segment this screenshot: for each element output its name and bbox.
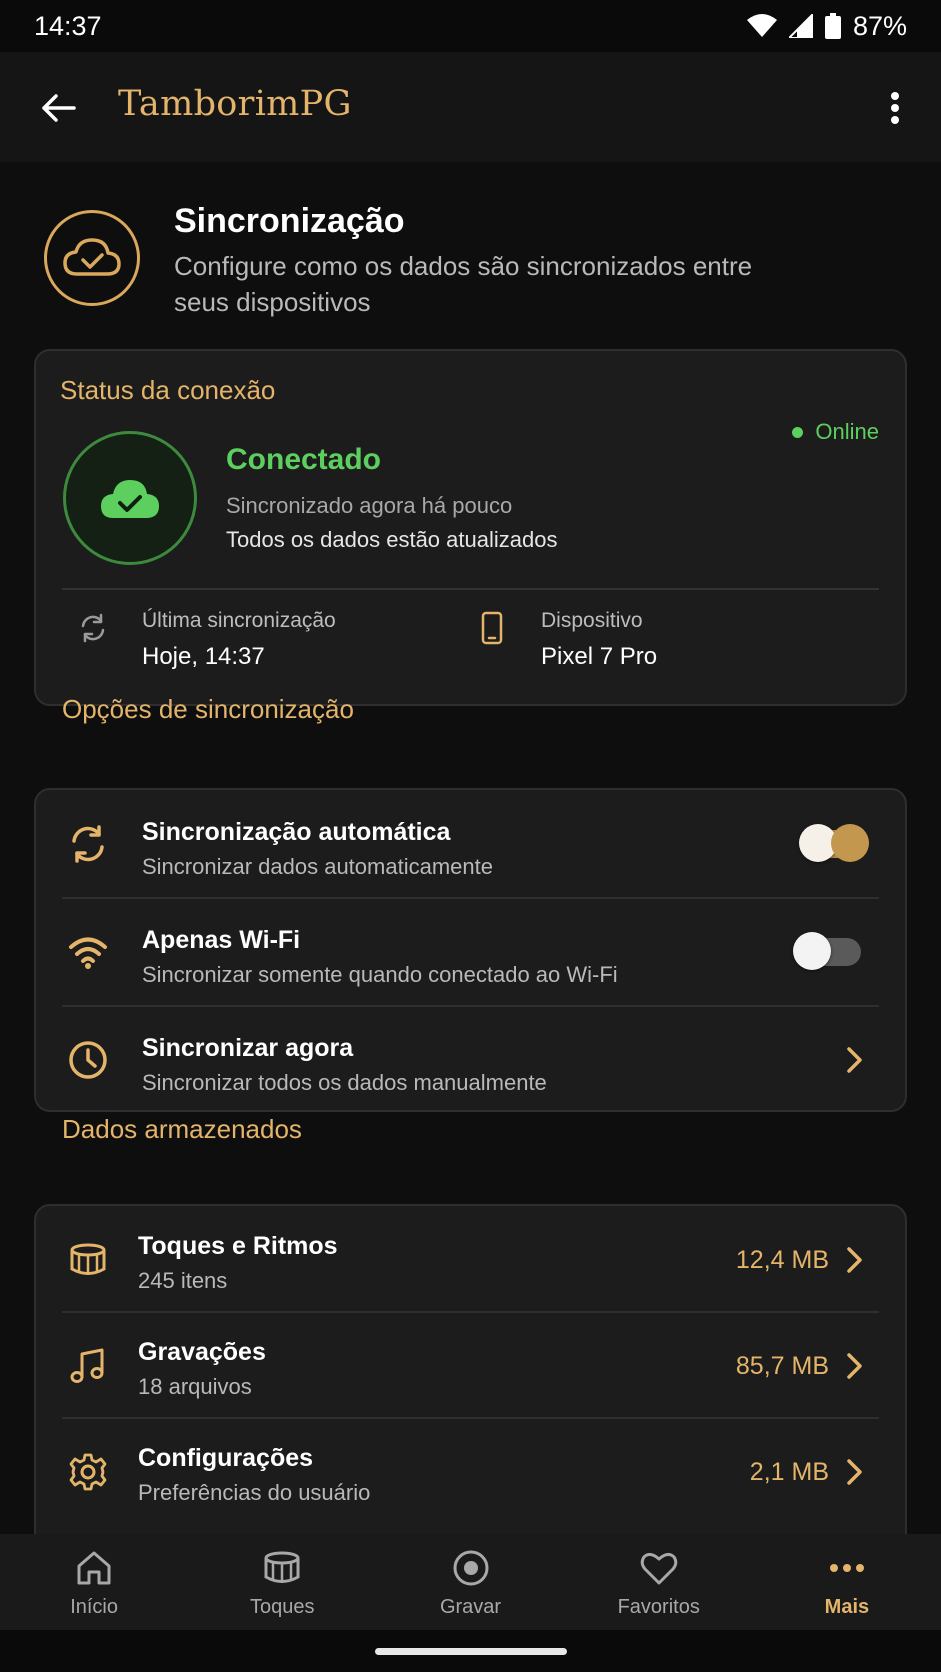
nav-item-mais[interactable]: Mais: [753, 1534, 941, 1630]
record-icon: [453, 1550, 488, 1586]
page-subtitle: Configure como os dados são sincronizado…: [174, 251, 753, 317]
stored-item-size: 2,1 MB: [749, 1458, 829, 1486]
wifi-icon: [746, 14, 777, 37]
wifi-only-toggle[interactable]: [793, 932, 863, 970]
device-label: Dispositivo: [541, 609, 643, 632]
device-value: Pixel 7 Pro: [541, 643, 658, 670]
chevron-right-icon: [847, 1459, 862, 1485]
nav-label: Mais: [824, 1596, 870, 1618]
nav-item-gravar[interactable]: Gravar: [376, 1534, 564, 1630]
stored-item-gravacoes[interactable]: Gravações 18 arquivos 85,7 MB: [36, 1312, 905, 1418]
chevron-right-icon: [847, 1047, 862, 1073]
online-dot-icon: [792, 426, 804, 438]
auto-sync-subtitle: Sincronizar dados automaticamente: [142, 854, 493, 879]
wifi-only-subtitle: Sincronizar somente quando conectado ao …: [142, 962, 618, 987]
stored-item-subtitle: 18 arquivos: [138, 1374, 252, 1399]
toggle-thumb-on: [831, 824, 869, 862]
auto-sync-toggle[interactable]: [799, 824, 869, 862]
overflow-menu-icon[interactable]: [883, 88, 907, 128]
home-icon: [77, 1551, 111, 1585]
stored-item-title: Configurações: [138, 1444, 314, 1472]
last-sync-value: Hoje, 14:37: [142, 643, 265, 670]
connection-detail: Sincronizado agora há pouco: [226, 493, 513, 518]
sync-now-row[interactable]: Sincronizar agora Sincronizar todos os d…: [36, 1006, 905, 1114]
divider: [62, 588, 879, 590]
stored-item-configuracoes[interactable]: Configurações Preferências do usuário 2,…: [36, 1418, 905, 1524]
connected-cloud-icon: [63, 431, 197, 565]
stored-item-subtitle: 245 itens: [138, 1268, 228, 1293]
page-title: Sincronização: [174, 202, 405, 240]
online-indicator: Online: [792, 419, 879, 445]
home-gesture-pill[interactable]: [375, 1648, 567, 1655]
cloud-check-icon: [44, 210, 140, 306]
status-icons: 87%: [746, 10, 907, 42]
wifi-icon: [69, 937, 107, 969]
nav-label: Favoritos: [617, 1596, 700, 1618]
drum-icon: [70, 1243, 106, 1275]
online-label: Online: [815, 419, 879, 444]
gear-icon: [69, 1453, 107, 1491]
stored-data-card: Toques e Ritmos 245 itens 12,4 MB Gravaç…: [34, 1204, 907, 1534]
last-sync-info: Última sincronização Hoje, 14:37: [142, 609, 336, 671]
music-note-icon: [70, 1348, 104, 1383]
nav-item-favoritos[interactable]: Favoritos: [565, 1534, 753, 1630]
connection-detail-2: Todos os dados estão atualizados: [226, 527, 558, 552]
chevron-right-icon: [847, 1353, 862, 1379]
bottom-navigation: Início Toques Gravar Favoritos Mais: [0, 1534, 941, 1630]
app-title: TamborimPG: [118, 84, 352, 124]
connection-state: Conectado: [226, 443, 382, 476]
stored-section-label: Dados armazenados: [62, 1114, 302, 1144]
auto-sync-icon: [72, 825, 104, 863]
battery-icon: [824, 13, 841, 39]
drum-icon: [264, 1551, 300, 1583]
back-arrow-icon[interactable]: [38, 88, 78, 128]
nav-label: Toques: [250, 1596, 315, 1618]
app-bar: TamborimPG: [0, 52, 941, 162]
nav-item-inicio[interactable]: Início: [0, 1534, 188, 1630]
nav-item-toques[interactable]: Toques: [188, 1534, 376, 1630]
status-bar: 14:37 87%: [0, 0, 941, 52]
last-sync-label: Última sincronização: [142, 609, 336, 632]
connection-status-card: Status da conexão Online Conectado Sincr…: [34, 349, 907, 706]
status-time: 14:37: [34, 10, 102, 41]
stored-item-title: Toques e Ritmos: [138, 1232, 338, 1260]
stored-item-size: 85,7 MB: [735, 1352, 829, 1380]
stored-item-size: 12,4 MB: [735, 1246, 829, 1274]
sync-options-card: Sincronização automática Sincronizar dad…: [34, 788, 907, 1112]
content-scroll[interactable]: Sincronização Configure como os dados sã…: [0, 162, 941, 1534]
nav-label: Gravar: [439, 1596, 502, 1618]
gesture-bar: [0, 1630, 941, 1672]
stored-item-toques[interactable]: Toques e Ritmos 245 itens 12,4 MB: [36, 1206, 905, 1312]
stored-item-title: Gravações: [138, 1338, 266, 1366]
phone-icon: [481, 611, 503, 645]
toggle-thumb: [793, 932, 831, 970]
sync-icon: [81, 613, 105, 643]
page-header: Sincronização Configure como os dados sã…: [44, 162, 904, 317]
more-horizontal-icon: [829, 1564, 864, 1572]
chevron-right-icon: [847, 1247, 862, 1273]
battery-percent: 87%: [852, 10, 907, 41]
auto-sync-row[interactable]: Sincronização automática Sincronizar dad…: [36, 790, 905, 898]
wifi-only-title: Apenas Wi-Fi: [142, 926, 301, 954]
sync-now-subtitle: Sincronizar todos os dados manualmente: [142, 1070, 547, 1095]
heart-icon: [640, 1552, 677, 1585]
clock-icon: [69, 1041, 107, 1079]
wifi-only-row[interactable]: Apenas Wi-Fi Sincronizar somente quando …: [36, 898, 905, 1006]
stored-item-subtitle: Preferências do usuário: [138, 1480, 371, 1505]
device-info: Dispositivo Pixel 7 Pro: [541, 609, 657, 671]
cell-signal-icon: [788, 14, 813, 38]
sync-now-title: Sincronizar agora: [142, 1034, 354, 1062]
options-section-label: Opções de sincronização: [62, 694, 354, 724]
auto-sync-title: Sincronização automática: [142, 818, 451, 846]
nav-label: Início: [70, 1596, 118, 1618]
connection-section-label: Status da conexão: [60, 375, 276, 405]
